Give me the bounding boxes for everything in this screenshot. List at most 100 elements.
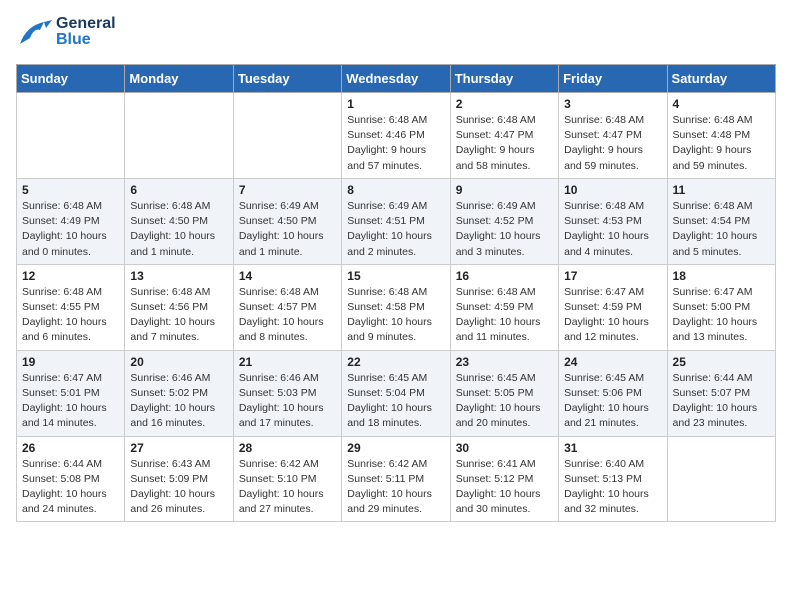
logo-general: General [56,16,116,32]
day-number: 22 [347,355,444,369]
day-number: 8 [347,183,444,197]
calendar-day-cell [125,93,233,179]
calendar-week-row: 1 Sunrise: 6:48 AM Sunset: 4:46 PM Daylig… [17,93,776,179]
day-info: Sunrise: 6:48 AM Sunset: 4:54 PM Dayligh… [673,199,770,260]
calendar-day-cell: 24 Sunrise: 6:45 AM Sunset: 5:06 PM Dayli… [559,350,667,436]
day-number: 13 [130,269,227,283]
calendar-day-cell [17,93,125,179]
weekday-header: Tuesday [233,65,341,93]
calendar-day-cell: 8Sunrise: 6:49 AM Sunset: 4:51 PM Daylig… [342,178,450,264]
calendar-day-cell: 4Sunrise: 6:48 AM Sunset: 4:48 PM Daylig… [667,93,775,179]
calendar-day-cell: 15Sunrise: 6:48 AM Sunset: 4:58 PM Dayli… [342,264,450,350]
calendar-day-cell: 12 Sunrise: 6:48 AM Sunset: 4:55 PM Dayli… [17,264,125,350]
day-number: 3 [564,97,661,111]
day-info: Sunrise: 6:45 AM Sunset: 5:06 PM Dayligh… [564,371,661,432]
weekday-header: Thursday [450,65,558,93]
calendar-day-cell: 2 Sunrise: 6:48 AM Sunset: 4:47 PM Daylig… [450,93,558,179]
calendar-day-cell: 6 Sunrise: 6:48 AM Sunset: 4:50 PM Daylig… [125,178,233,264]
day-number: 12 [22,269,119,283]
day-number: 5 [22,183,119,197]
calendar-day-cell: 26 Sunrise: 6:44 AM Sunset: 5:08 PM Dayli… [17,436,125,522]
calendar-day-cell [233,93,341,179]
weekday-header: Saturday [667,65,775,93]
day-number: 2 [456,97,553,111]
calendar-day-cell: 5Sunrise: 6:48 AM Sunset: 4:49 PM Daylig… [17,178,125,264]
page-header: General Blue [16,16,776,52]
calendar-week-row: 26 Sunrise: 6:44 AM Sunset: 5:08 PM Dayli… [17,436,776,522]
logo-text-block: General Blue [56,16,116,48]
calendar-day-cell: 27 Sunrise: 6:43 AM Sunset: 5:09 PM Dayli… [125,436,233,522]
day-number: 1 [347,97,444,111]
day-info: Sunrise: 6:49 AM Sunset: 4:52 PM Dayligh… [456,199,553,260]
day-info: Sunrise: 6:48 AM Sunset: 4:56 PM Dayligh… [130,285,227,346]
calendar-day-cell: 16 Sunrise: 6:48 AM Sunset: 4:59 PM Dayli… [450,264,558,350]
calendar-day-cell: 21Sunrise: 6:46 AM Sunset: 5:03 PM Dayli… [233,350,341,436]
day-info: Sunrise: 6:42 AM Sunset: 5:11 PM Dayligh… [347,457,444,518]
day-number: 6 [130,183,227,197]
day-info: Sunrise: 6:42 AM Sunset: 5:10 PM Dayligh… [239,457,336,518]
calendar-day-cell: 29 Sunrise: 6:42 AM Sunset: 5:11 PM Dayli… [342,436,450,522]
calendar-day-cell: 20Sunrise: 6:46 AM Sunset: 5:02 PM Dayli… [125,350,233,436]
day-info: Sunrise: 6:47 AM Sunset: 5:00 PM Dayligh… [673,285,770,346]
weekday-header: Friday [559,65,667,93]
day-info: Sunrise: 6:48 AM Sunset: 4:46 PM Dayligh… [347,113,444,174]
calendar-header-row: SundayMondayTuesdayWednesdayThursdayFrid… [17,65,776,93]
day-info: Sunrise: 6:44 AM Sunset: 5:08 PM Dayligh… [22,457,119,518]
day-number: 11 [673,183,770,197]
day-number: 20 [130,355,227,369]
weekday-header: Wednesday [342,65,450,93]
day-info: Sunrise: 6:48 AM Sunset: 4:55 PM Dayligh… [22,285,119,346]
calendar-day-cell: 18 Sunrise: 6:47 AM Sunset: 5:00 PM Dayli… [667,264,775,350]
day-info: Sunrise: 6:48 AM Sunset: 4:47 PM Dayligh… [456,113,553,174]
day-info: Sunrise: 6:48 AM Sunset: 4:57 PM Dayligh… [239,285,336,346]
day-number: 26 [22,441,119,455]
calendar-day-cell: 10 Sunrise: 6:48 AM Sunset: 4:53 PM Dayli… [559,178,667,264]
day-info: Sunrise: 6:47 AM Sunset: 4:59 PM Dayligh… [564,285,661,346]
day-number: 27 [130,441,227,455]
calendar-table: SundayMondayTuesdayWednesdayThursdayFrid… [16,64,776,522]
calendar-day-cell: 23Sunrise: 6:45 AM Sunset: 5:05 PM Dayli… [450,350,558,436]
day-info: Sunrise: 6:48 AM Sunset: 4:59 PM Dayligh… [456,285,553,346]
day-number: 28 [239,441,336,455]
calendar-day-cell: 7 Sunrise: 6:49 AM Sunset: 4:50 PM Daylig… [233,178,341,264]
day-number: 24 [564,355,661,369]
day-info: Sunrise: 6:45 AM Sunset: 5:05 PM Dayligh… [456,371,553,432]
logo-bird-icon [16,16,52,52]
calendar-week-row: 12 Sunrise: 6:48 AM Sunset: 4:55 PM Dayli… [17,264,776,350]
day-number: 14 [239,269,336,283]
calendar-day-cell: 25 Sunrise: 6:44 AM Sunset: 5:07 PM Dayli… [667,350,775,436]
calendar-day-cell: 17 Sunrise: 6:47 AM Sunset: 4:59 PM Dayli… [559,264,667,350]
day-number: 10 [564,183,661,197]
day-number: 29 [347,441,444,455]
day-info: Sunrise: 6:46 AM Sunset: 5:03 PM Dayligh… [239,371,336,432]
day-info: Sunrise: 6:47 AM Sunset: 5:01 PM Dayligh… [22,371,119,432]
day-number: 18 [673,269,770,283]
day-info: Sunrise: 6:49 AM Sunset: 4:50 PM Dayligh… [239,199,336,260]
day-info: Sunrise: 6:44 AM Sunset: 5:07 PM Dayligh… [673,371,770,432]
calendar-day-cell: 3Sunrise: 6:48 AM Sunset: 4:47 PM Daylig… [559,93,667,179]
day-number: 4 [673,97,770,111]
day-info: Sunrise: 6:48 AM Sunset: 4:50 PM Dayligh… [130,199,227,260]
weekday-header: Sunday [17,65,125,93]
day-number: 9 [456,183,553,197]
day-number: 25 [673,355,770,369]
calendar-day-cell: 1 Sunrise: 6:48 AM Sunset: 4:46 PM Daylig… [342,93,450,179]
day-number: 19 [22,355,119,369]
calendar-week-row: 5Sunrise: 6:48 AM Sunset: 4:49 PM Daylig… [17,178,776,264]
calendar-day-cell [667,436,775,522]
day-info: Sunrise: 6:41 AM Sunset: 5:12 PM Dayligh… [456,457,553,518]
calendar-week-row: 19 Sunrise: 6:47 AM Sunset: 5:01 PM Dayli… [17,350,776,436]
day-info: Sunrise: 6:48 AM Sunset: 4:53 PM Dayligh… [564,199,661,260]
logo-blue: Blue [56,32,116,48]
day-info: Sunrise: 6:43 AM Sunset: 5:09 PM Dayligh… [130,457,227,518]
calendar-day-cell: 31Sunrise: 6:40 AM Sunset: 5:13 PM Dayli… [559,436,667,522]
calendar-day-cell: 14 Sunrise: 6:48 AM Sunset: 4:57 PM Dayli… [233,264,341,350]
day-number: 16 [456,269,553,283]
calendar-day-cell: 30Sunrise: 6:41 AM Sunset: 5:12 PM Dayli… [450,436,558,522]
calendar-day-cell: 19 Sunrise: 6:47 AM Sunset: 5:01 PM Dayli… [17,350,125,436]
day-number: 7 [239,183,336,197]
calendar-day-cell: 13 Sunrise: 6:48 AM Sunset: 4:56 PM Dayli… [125,264,233,350]
calendar-day-cell: 11 Sunrise: 6:48 AM Sunset: 4:54 PM Dayli… [667,178,775,264]
day-number: 17 [564,269,661,283]
day-info: Sunrise: 6:40 AM Sunset: 5:13 PM Dayligh… [564,457,661,518]
